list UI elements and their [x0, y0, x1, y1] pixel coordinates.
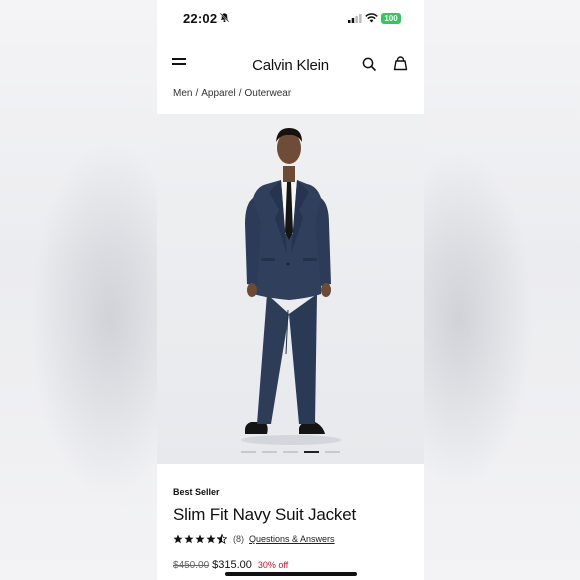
bell-slash-icon	[219, 12, 230, 23]
brand-logo[interactable]: Calvin Klein	[157, 57, 424, 74]
breadcrumb-men[interactable]: Men	[173, 88, 192, 99]
gallery-dot-active[interactable]	[304, 451, 319, 453]
gallery-dot[interactable]	[262, 451, 277, 453]
questions-answers-link[interactable]: Questions & Answers	[249, 534, 335, 544]
gallery-dot[interactable]	[325, 451, 340, 453]
wifi-icon	[365, 13, 378, 23]
model-in-navy-suit-illustration	[241, 128, 341, 445]
blurred-background-right	[424, 0, 580, 580]
home-indicator[interactable]	[225, 572, 357, 576]
phone-screen: 22:02 100 Calvin Klein Men / Apparel / O…	[157, 0, 424, 580]
gallery-dot[interactable]	[283, 451, 298, 453]
gallery-dot[interactable]	[241, 451, 256, 453]
breadcrumb-apparel[interactable]: Apparel	[201, 88, 235, 99]
star-rating	[173, 534, 227, 544]
status-time: 22:02	[183, 11, 218, 26]
product-image[interactable]	[157, 114, 424, 464]
star-half-icon	[217, 534, 227, 544]
breadcrumb: Men / Apparel / Outerwear	[173, 88, 292, 99]
battery-indicator: 100	[381, 13, 401, 24]
blurred-background-left	[0, 0, 157, 580]
gallery-pagination	[157, 451, 424, 454]
cellular-signal-icon	[348, 14, 362, 23]
product-rating: (8) Questions & Answers	[173, 534, 335, 544]
price-block: $450.00 $315.00 30% off	[173, 559, 288, 571]
best-seller-badge: Best Seller	[173, 487, 220, 497]
product-title: Slim Fit Navy Suit Jacket	[173, 505, 356, 524]
search-icon[interactable]	[362, 57, 377, 72]
star-full-icon	[195, 534, 205, 544]
review-count[interactable]: (8)	[233, 534, 244, 544]
status-bar: 22:02 100	[157, 0, 424, 40]
star-full-icon	[184, 534, 194, 544]
original-price: $450.00	[173, 560, 210, 571]
star-full-icon	[173, 534, 183, 544]
star-full-icon	[206, 534, 216, 544]
shopping-bag-icon[interactable]	[393, 56, 408, 71]
breadcrumb-outerwear[interactable]: Outerwear	[244, 88, 291, 99]
site-header: Calvin Klein	[157, 48, 424, 82]
sale-price: $315.00	[212, 559, 252, 571]
discount-label: 30% off	[257, 560, 289, 570]
